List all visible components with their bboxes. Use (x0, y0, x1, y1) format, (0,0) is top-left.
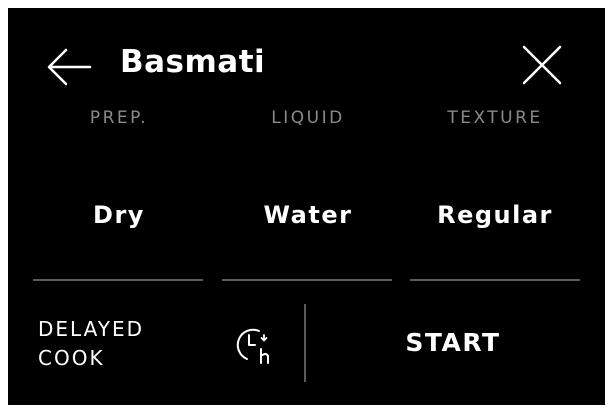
prep-selector[interactable]: Dry (31, 186, 207, 244)
prep-label: PREP. (89, 108, 149, 128)
liquid-selector[interactable]: Water (220, 186, 396, 244)
delay-timer-icon (236, 328, 269, 364)
cooker-screen: Basmati PREP. LIQUID TEXTURE Dry Water R… (8, 8, 605, 405)
prep-underline (33, 279, 203, 281)
close-button[interactable] (518, 41, 566, 89)
close-icon (522, 45, 562, 85)
start-button[interactable]: START (338, 320, 568, 366)
liquid-label: LIQUID (271, 108, 345, 128)
texture-label: TEXTURE (447, 108, 543, 128)
delay-timer-button[interactable] (233, 326, 281, 366)
texture-underline (410, 279, 580, 281)
footer-divider (304, 304, 306, 382)
delayed-cook-label-line2: COOK (38, 346, 105, 370)
liquid-underline (222, 279, 392, 281)
arrow-left-icon (47, 48, 92, 86)
delayed-cook-label-line1: DELAYED (38, 317, 145, 341)
page-title: Basmati (120, 44, 266, 80)
texture-selector[interactable]: Regular (407, 186, 583, 244)
back-button[interactable] (44, 44, 94, 90)
delayed-cook-button[interactable]: DELAYED COOK (38, 315, 188, 373)
